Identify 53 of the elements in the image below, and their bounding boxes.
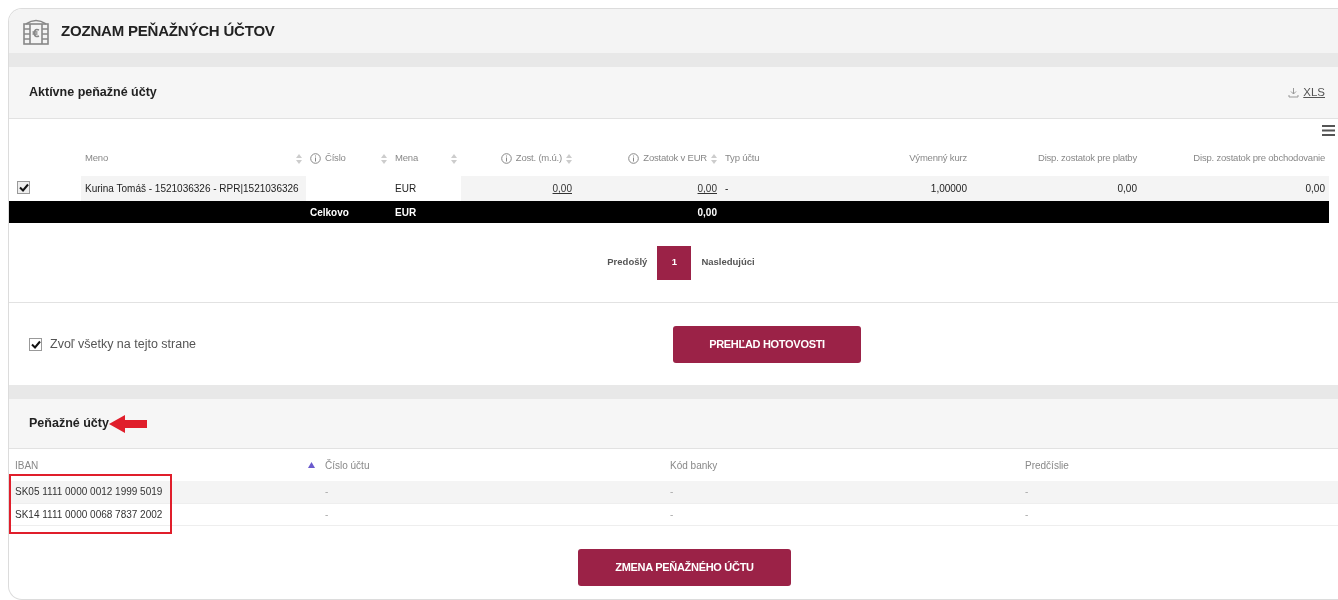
amount-link[interactable]: 0,00 bbox=[697, 183, 717, 194]
column-header: Disp. zostatok pre platby bbox=[1037, 151, 1137, 166]
sort-icon[interactable] bbox=[711, 153, 717, 164]
column-header: Disp. zostatok pre obchodovanie bbox=[1193, 151, 1325, 166]
table-cell: SK05 1111 0000 0012 1999 5019 bbox=[15, 486, 163, 498]
column-header: Zost. (m.ú.) bbox=[515, 151, 562, 166]
previous-link[interactable]: Predošlý bbox=[607, 255, 648, 270]
sort-icon[interactable] bbox=[296, 153, 302, 164]
row-checkbox[interactable] bbox=[17, 181, 30, 194]
total-cell: Celkovo bbox=[310, 206, 349, 218]
section-title: Aktívne peňažné účty bbox=[29, 84, 157, 102]
table-cell: - bbox=[670, 508, 674, 520]
sort-ascending-icon[interactable] bbox=[308, 462, 315, 468]
amount-link[interactable]: 0,00 bbox=[552, 183, 572, 194]
page-button[interactable]: 1 bbox=[657, 245, 692, 280]
total-cell: 0,00 bbox=[697, 206, 717, 218]
table-cell: EUR bbox=[395, 183, 417, 194]
download-icon bbox=[1288, 87, 1300, 98]
sort-icon[interactable] bbox=[566, 153, 572, 164]
table-cell: - bbox=[670, 486, 674, 498]
table-cell: 0,00 bbox=[1305, 183, 1325, 194]
column-header: Typ účtu bbox=[725, 151, 760, 166]
column-header: Meno bbox=[85, 151, 109, 166]
column-header: Mena bbox=[395, 151, 419, 166]
change-account-button[interactable]: ZMENA PEŇAŽNÉHO ÚČTU bbox=[578, 548, 791, 586]
export-link[interactable]: XLS bbox=[1288, 83, 1325, 102]
next-link[interactable]: Nasledujúci bbox=[701, 255, 755, 270]
column-header: Výmenný kurz bbox=[909, 151, 967, 166]
arrow-icon bbox=[108, 413, 149, 434]
menu-icon[interactable] bbox=[1322, 125, 1335, 136]
column-header: Číslo bbox=[325, 151, 347, 166]
table-cell: Kurina Tomáš - 1521036326 - RPR|1521036326 bbox=[85, 183, 299, 194]
table-cell: 1,00000 bbox=[930, 183, 967, 194]
column-header: Číslo účtu bbox=[325, 458, 371, 473]
column-header: Zostatok v EUR bbox=[643, 151, 707, 166]
table-cell: - bbox=[325, 508, 329, 520]
section-title: Peňažné účty bbox=[29, 415, 109, 433]
total-cell: EUR bbox=[395, 206, 417, 218]
table-cell: SK14 1111 0000 0068 7837 2002 bbox=[15, 508, 163, 520]
table-cell: - bbox=[1025, 508, 1029, 520]
column-header: Predčíslie bbox=[1025, 458, 1070, 473]
table-cell: 0,00 bbox=[1117, 183, 1137, 194]
select-all-checkbox[interactable] bbox=[29, 337, 42, 351]
page-title: ZOZNAM PEŇAŽNÝCH ÚČTOV bbox=[61, 20, 275, 41]
sort-icon[interactable] bbox=[381, 153, 387, 164]
table-cell: - bbox=[725, 183, 729, 194]
sort-icon[interactable] bbox=[451, 153, 457, 164]
column-header: IBAN bbox=[15, 458, 40, 473]
column-header: Kód banky bbox=[670, 458, 719, 473]
select-all-label: Zvoľ všetky na tejto strane bbox=[50, 335, 197, 353]
table-cell: - bbox=[325, 486, 329, 498]
table-cell: - bbox=[1025, 486, 1029, 498]
cash-overview-button[interactable]: PREHĽAD HOTOVOSTI bbox=[673, 325, 861, 363]
